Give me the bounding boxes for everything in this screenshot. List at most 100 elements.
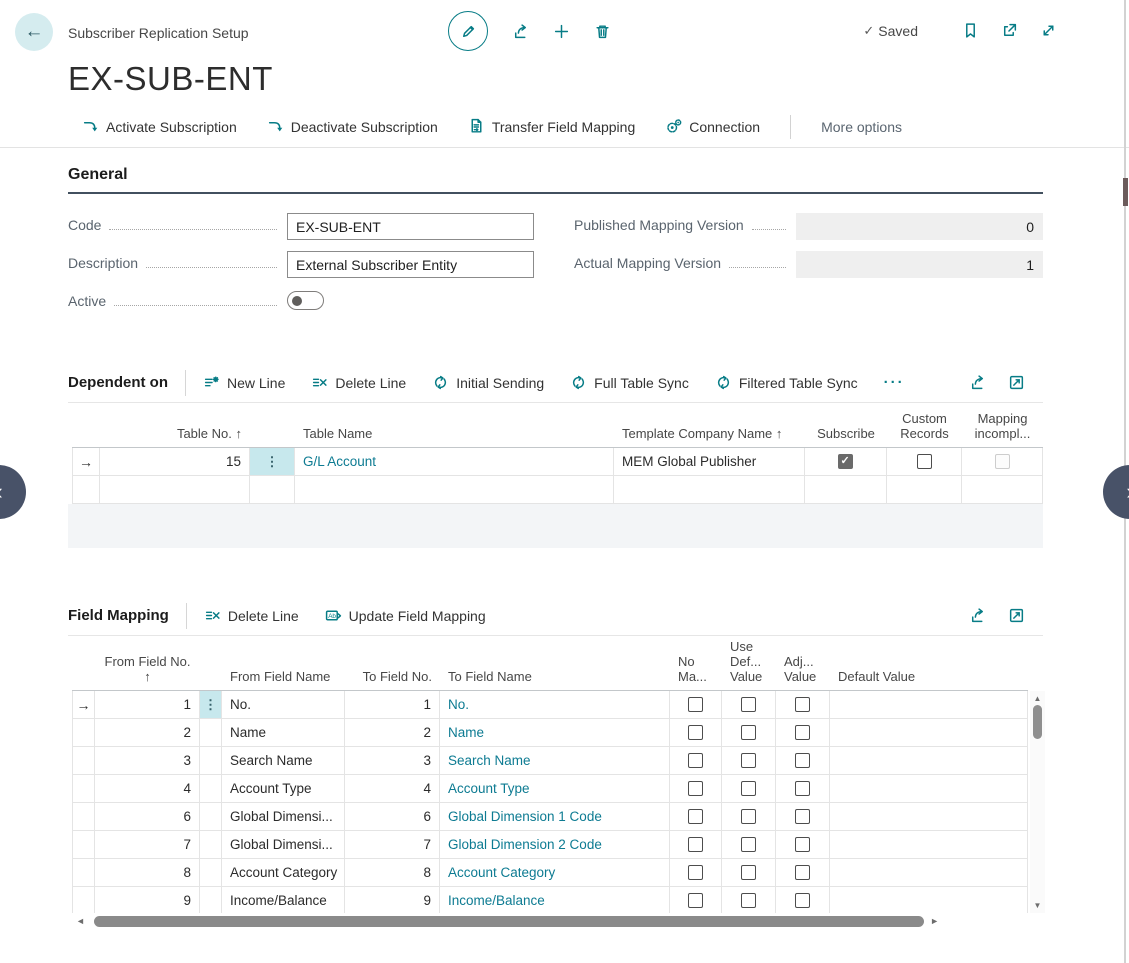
- table-row[interactable]: → 15 ⋮ G/L Account MEM Global Publisher: [72, 448, 1043, 476]
- table-row[interactable]: 2 Name 2 Name: [72, 719, 1028, 747]
- adjust-value-checkbox[interactable]: [795, 781, 810, 796]
- from-field-name-cell[interactable]: Search Name: [222, 747, 345, 774]
- share-section-button[interactable]: [969, 607, 986, 624]
- column-header-adjust-value[interactable]: Adj...Value: [776, 651, 830, 690]
- to-field-no-cell[interactable]: 6: [345, 803, 440, 830]
- to-field-no-cell[interactable]: 9: [345, 887, 440, 913]
- row-options-button[interactable]: ⋮: [200, 691, 222, 718]
- new-line-button[interactable]: New Line: [203, 374, 285, 391]
- column-header-use-default-value[interactable]: UseDef...Value: [722, 636, 776, 690]
- table-row[interactable]: 3 Search Name 3 Search Name: [72, 747, 1028, 775]
- no-mapping-checkbox[interactable]: [688, 725, 703, 740]
- scroll-up-arrow[interactable]: ▲: [1030, 694, 1045, 703]
- from-field-name-cell[interactable]: Account Category: [222, 859, 345, 886]
- custom-records-checkbox[interactable]: [917, 454, 932, 469]
- focus-section-button[interactable]: [1008, 607, 1025, 624]
- adjust-value-checkbox[interactable]: [795, 837, 810, 852]
- active-toggle[interactable]: [287, 291, 324, 310]
- default-value-cell[interactable]: [830, 775, 1028, 802]
- adjust-value-checkbox[interactable]: [795, 893, 810, 908]
- scroll-right-arrow[interactable]: ►: [930, 916, 939, 926]
- from-field-name-cell[interactable]: Income/Balance: [222, 887, 345, 913]
- expand-button[interactable]: [1040, 22, 1057, 39]
- no-mapping-checkbox[interactable]: [688, 697, 703, 712]
- to-field-no-cell[interactable]: 3: [345, 747, 440, 774]
- table-no-cell[interactable]: 15: [100, 448, 250, 475]
- use-default-value-checkbox[interactable]: [741, 837, 756, 852]
- back-button[interactable]: ←: [15, 13, 53, 51]
- default-value-cell[interactable]: [830, 747, 1028, 774]
- default-value-cell[interactable]: [830, 719, 1028, 746]
- use-default-value-checkbox[interactable]: [741, 725, 756, 740]
- column-header-to-field-name[interactable]: To Field Name: [440, 666, 670, 690]
- open-in-new-window-button[interactable]: [1001, 22, 1018, 39]
- adjust-value-checkbox[interactable]: [795, 697, 810, 712]
- column-header-template-company[interactable]: Template Company Name ↑: [614, 423, 805, 447]
- table-row[interactable]: 4 Account Type 4 Account Type: [72, 775, 1028, 803]
- field-mapping-heading[interactable]: Field Mapping: [68, 607, 169, 624]
- code-field[interactable]: [287, 213, 534, 240]
- subscribe-checkbox[interactable]: [838, 454, 853, 469]
- column-header-custom-records[interactable]: CustomRecords: [887, 408, 962, 447]
- table-row[interactable]: 8 Account Category 8 Account Category: [72, 859, 1028, 887]
- table-row[interactable]: 9 Income/Balance 9 Income/Balance: [72, 887, 1028, 913]
- more-options-button[interactable]: More options: [821, 119, 902, 135]
- share-section-button[interactable]: [969, 374, 986, 391]
- column-header-to-field-no[interactable]: To Field No.: [345, 666, 440, 690]
- to-field-no-cell[interactable]: 4: [345, 775, 440, 802]
- column-header-mapping-incomplete[interactable]: Mappingincompl...: [962, 408, 1043, 447]
- delete-line-button[interactable]: Delete Line: [311, 374, 406, 391]
- new-record-button[interactable]: [553, 23, 570, 40]
- from-field-no-cell[interactable]: 6: [95, 803, 200, 830]
- deactivate-subscription-button[interactable]: Deactivate Subscription: [267, 118, 438, 135]
- column-header-no-mapping[interactable]: NoMa...: [670, 651, 722, 690]
- filtered-table-sync-button[interactable]: Filtered Table Sync: [715, 374, 858, 391]
- to-field-name-link[interactable]: Global Dimension 1 Code: [440, 803, 670, 830]
- from-field-name-cell[interactable]: No.: [222, 691, 345, 718]
- from-field-no-cell[interactable]: 3: [95, 747, 200, 774]
- fm-delete-line-button[interactable]: Delete Line: [204, 607, 299, 624]
- table-name-link[interactable]: G/L Account: [295, 448, 614, 475]
- no-mapping-checkbox[interactable]: [688, 753, 703, 768]
- to-field-name-link[interactable]: Global Dimension 2 Code: [440, 831, 670, 858]
- to-field-name-link[interactable]: Account Category: [440, 859, 670, 886]
- default-value-cell[interactable]: [830, 691, 1028, 718]
- from-field-no-cell[interactable]: 7: [95, 831, 200, 858]
- scroll-down-arrow[interactable]: ▼: [1030, 901, 1045, 910]
- column-header-from-field-name[interactable]: From Field Name: [222, 666, 345, 690]
- column-header-default-value[interactable]: Default Value: [830, 666, 1028, 690]
- full-table-sync-button[interactable]: Full Table Sync: [570, 374, 689, 391]
- table-row[interactable]: → 1 ⋮ No. 1 No.: [72, 691, 1028, 719]
- column-header-table-no[interactable]: Table No. ↑: [100, 423, 250, 447]
- from-field-name-cell[interactable]: Name: [222, 719, 345, 746]
- dependent-on-heading[interactable]: Dependent on: [68, 374, 168, 391]
- scroll-left-arrow[interactable]: ◄: [76, 916, 85, 926]
- breadcrumb[interactable]: Subscriber Replication Setup: [68, 25, 249, 41]
- to-field-no-cell[interactable]: 8: [345, 859, 440, 886]
- horizontal-scroll-thumb[interactable]: [94, 916, 924, 927]
- focus-section-button[interactable]: [1008, 374, 1025, 391]
- share-button[interactable]: [512, 23, 529, 40]
- column-header-table-name[interactable]: Table Name: [295, 423, 614, 447]
- update-field-mapping-button[interactable]: Ab Update Field Mapping: [325, 607, 486, 624]
- to-field-name-link[interactable]: Income/Balance: [440, 887, 670, 913]
- no-mapping-checkbox[interactable]: [688, 865, 703, 880]
- from-field-no-cell[interactable]: 2: [95, 719, 200, 746]
- use-default-value-checkbox[interactable]: [741, 697, 756, 712]
- no-mapping-checkbox[interactable]: [688, 837, 703, 852]
- adjust-value-checkbox[interactable]: [795, 865, 810, 880]
- adjust-value-checkbox[interactable]: [795, 753, 810, 768]
- column-header-subscribe[interactable]: Subscribe: [805, 423, 887, 447]
- column-header-from-field-no[interactable]: From Field No. ↑: [95, 651, 200, 690]
- next-record-button[interactable]: ›: [1103, 465, 1129, 519]
- vertical-scrollbar[interactable]: ▲ ▼: [1030, 691, 1045, 913]
- default-value-cell[interactable]: [830, 887, 1028, 913]
- delete-record-button[interactable]: [594, 23, 611, 40]
- to-field-name-link[interactable]: Search Name: [440, 747, 670, 774]
- adjust-value-checkbox[interactable]: [795, 809, 810, 824]
- from-field-name-cell[interactable]: Global Dimensi...: [222, 803, 345, 830]
- template-company-cell[interactable]: MEM Global Publisher: [614, 448, 805, 475]
- use-default-value-checkbox[interactable]: [741, 865, 756, 880]
- to-field-name-link[interactable]: No.: [440, 691, 670, 718]
- edit-button[interactable]: [448, 11, 488, 51]
